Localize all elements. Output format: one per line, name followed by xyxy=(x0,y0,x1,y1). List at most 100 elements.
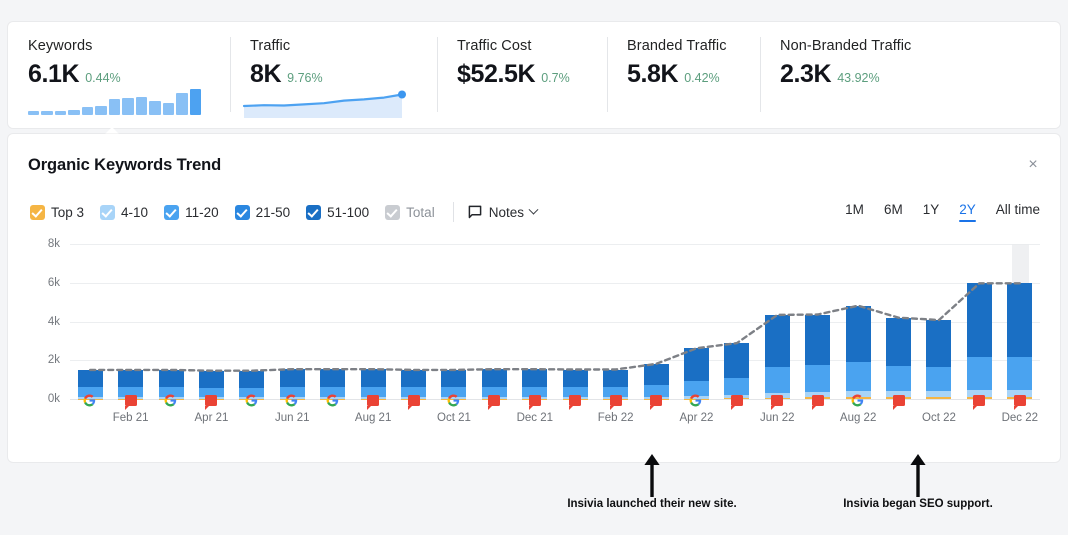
google-update-icon[interactable] xyxy=(164,394,178,408)
range-option-all-time[interactable]: All time xyxy=(996,202,1040,222)
page-root: Keywords 6.1K 0.44% Traffic 8K 9.76% Tra… xyxy=(0,0,1068,535)
organic-keywords-trend-panel: Organic Keywords Trend × Top 3 4-10 11-20 2… xyxy=(8,134,1060,462)
bar-column[interactable] xyxy=(805,314,831,399)
x-axis-tick-label: Apr 22 xyxy=(679,412,714,424)
google-update-icon[interactable] xyxy=(689,394,703,408)
bar-segment xyxy=(683,348,709,382)
range-option-1y[interactable]: 1Y xyxy=(923,202,940,222)
bar-column[interactable] xyxy=(724,343,750,399)
note-flag-icon[interactable] xyxy=(730,394,744,410)
y-axis-tick-label: 2k xyxy=(47,354,60,367)
checkbox-icon[interactable] xyxy=(306,204,322,220)
bar-segment xyxy=(198,370,224,388)
google-update-icon[interactable] xyxy=(285,394,299,408)
bar-column[interactable] xyxy=(926,320,952,399)
note-flag-icon[interactable] xyxy=(528,394,542,410)
legend-item-21-50[interactable]: 21-50 xyxy=(234,204,291,220)
divider xyxy=(452,202,454,222)
note-flag-icon[interactable] xyxy=(609,394,623,410)
metric-value: 2.3K xyxy=(780,60,832,88)
legend-item-label: 21-50 xyxy=(255,204,291,220)
note-flag-icon[interactable] xyxy=(1013,394,1027,410)
x-axis-tick-label: Aug 22 xyxy=(839,412,877,424)
note-flag-icon[interactable] xyxy=(407,394,421,410)
annotation-arrow-icon xyxy=(910,454,926,497)
bar-segment xyxy=(926,320,952,367)
google-update-icon[interactable] xyxy=(851,394,865,408)
close-icon[interactable]: × xyxy=(1024,156,1042,174)
note-bubble-icon xyxy=(468,205,482,219)
flag-shape xyxy=(771,395,784,410)
note-flag-icon[interactable] xyxy=(204,394,218,410)
metric-delta: 0.44% xyxy=(85,71,121,85)
bar-segment xyxy=(360,369,386,387)
note-flag-icon[interactable] xyxy=(568,394,582,410)
bar-column[interactable] xyxy=(1007,283,1033,399)
bar-segment xyxy=(886,317,912,367)
notes-button[interactable]: Notes xyxy=(468,204,539,220)
google-update-icon[interactable] xyxy=(326,394,340,408)
bar-segment xyxy=(320,369,346,387)
bar-segment xyxy=(805,364,831,393)
bar-segment xyxy=(118,369,144,388)
metric-card-traffic[interactable]: Traffic 8K 9.76% xyxy=(230,22,437,128)
note-flag-icon[interactable] xyxy=(811,394,825,410)
bar-segment xyxy=(926,366,952,392)
flag-shape xyxy=(892,395,905,410)
y-axis-tick-label: 0k xyxy=(47,393,60,405)
x-axis-tick-label: Feb 22 xyxy=(597,412,634,424)
bar-column[interactable] xyxy=(845,305,871,399)
legend-item-label: 11-20 xyxy=(185,204,219,220)
bar-column[interactable] xyxy=(764,314,790,399)
bar-segment xyxy=(764,367,790,394)
checkbox-icon[interactable] xyxy=(385,204,401,220)
x-axis: Feb 21 Apr 21 Jun 21 Aug 21 Oct 21 Dec 21 Feb … xyxy=(70,412,1040,430)
legend-item-top-3[interactable]: Top 3 xyxy=(30,204,85,220)
note-flag-icon[interactable] xyxy=(972,394,986,410)
chart-plot-area: 0k 2k 4k 6k 8k Feb 21 Apr 21 Jun 21 Aug 21 Oct 2… xyxy=(8,238,1060,434)
note-flag-icon[interactable] xyxy=(366,394,380,410)
note-flag-icon[interactable] xyxy=(487,394,501,410)
x-axis-tick-label: Dec 21 xyxy=(516,412,553,424)
note-flag-icon[interactable] xyxy=(124,394,138,410)
google-update-icon[interactable] xyxy=(83,394,97,408)
bar-column[interactable] xyxy=(966,283,992,399)
note-flag-icon[interactable] xyxy=(649,394,663,410)
flag-shape xyxy=(569,395,582,410)
bar-column[interactable] xyxy=(683,348,709,399)
x-axis-tick-label: Oct 22 xyxy=(922,412,956,424)
metric-value: 5.8K xyxy=(627,60,679,88)
google-update-icon[interactable] xyxy=(447,394,461,408)
legend-item-11-20[interactable]: 11-20 xyxy=(164,204,219,220)
sparkline-bar xyxy=(54,111,67,115)
checkbox-icon[interactable] xyxy=(164,204,180,220)
legend-item-4-10[interactable]: 4-10 xyxy=(100,204,148,220)
range-option-2y[interactable]: 2Y xyxy=(959,202,976,222)
metric-label: Keywords xyxy=(28,38,93,54)
bar-column[interactable] xyxy=(886,317,912,399)
legend-item-total[interactable]: Total xyxy=(385,204,435,220)
metric-card-keywords[interactable]: Keywords 6.1K 0.44% xyxy=(8,22,230,135)
x-axis-tick-label: Dec 22 xyxy=(1001,412,1038,424)
keywords-sparkline xyxy=(28,89,202,115)
legend-item-label: 51-100 xyxy=(327,204,370,220)
note-flag-icon[interactable] xyxy=(770,394,784,410)
bar-segment xyxy=(279,369,305,387)
legend-item-label: Top 3 xyxy=(51,204,85,220)
metric-card-branded-traffic[interactable]: Branded Traffic 5.8K 0.42% xyxy=(607,22,760,128)
range-option-1m[interactable]: 1M xyxy=(845,202,864,222)
metric-card-non-branded-traffic[interactable]: Non-Branded Traffic 2.3K 43.92% xyxy=(760,22,1060,128)
metric-card-traffic-cost[interactable]: Traffic Cost $52.5K 0.7% xyxy=(437,22,607,128)
chevron-down-icon[interactable] xyxy=(528,204,539,215)
metric-delta: 9.76% xyxy=(287,71,323,85)
annotation-arrow-icon xyxy=(644,454,660,497)
series-legend: Top 3 4-10 11-20 21-50 51-100 Total Notes xyxy=(30,202,539,222)
range-option-6m[interactable]: 6M xyxy=(884,202,903,222)
note-flag-icon[interactable] xyxy=(892,394,906,410)
legend-item-51-100[interactable]: 51-100 xyxy=(306,204,370,220)
checkbox-icon[interactable] xyxy=(234,204,250,220)
checkbox-icon[interactable] xyxy=(30,204,45,220)
metric-label: Non-Branded Traffic xyxy=(780,38,912,54)
checkbox-icon[interactable] xyxy=(100,204,116,220)
google-update-icon[interactable] xyxy=(245,394,259,408)
